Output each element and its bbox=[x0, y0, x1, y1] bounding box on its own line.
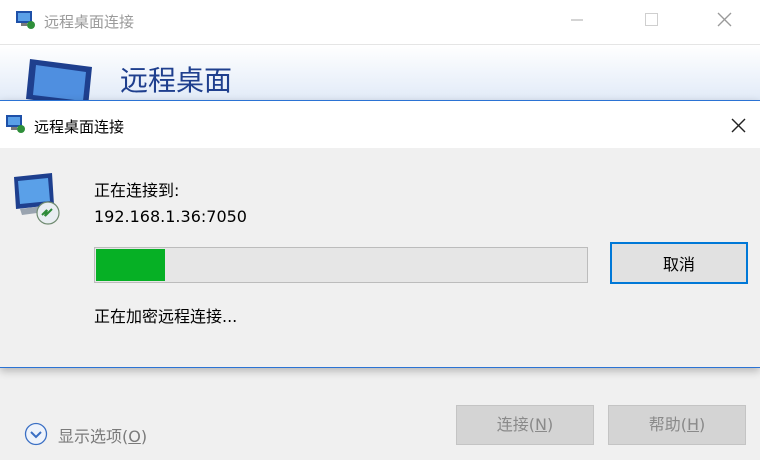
remote-desktop-icon bbox=[6, 115, 25, 133]
dialog-title: 远程桌面连接 bbox=[34, 118, 125, 136]
main-window-title: 远程桌面连接 bbox=[44, 13, 135, 31]
show-options-label[interactable]: 显示选项(O) bbox=[58, 423, 147, 447]
connection-progress-bar bbox=[94, 247, 588, 283]
minimize-icon[interactable] bbox=[552, 0, 602, 40]
close-icon[interactable] bbox=[700, 0, 750, 40]
connect-button[interactable]: 连接(N) bbox=[456, 405, 594, 445]
connecting-label: 正在连接到: bbox=[94, 181, 180, 200]
close-icon[interactable] bbox=[716, 107, 760, 143]
progress-fill bbox=[96, 249, 165, 281]
remote-desktop-icon bbox=[14, 173, 60, 225]
chevron-down-icon[interactable] bbox=[24, 422, 48, 446]
remote-desktop-icon bbox=[16, 11, 35, 29]
main-window-titlebar: 远程桌面连接 bbox=[0, 0, 760, 45]
connecting-dialog: 远程桌面连接 正在连接到: 192.168.1.36:7050 取消 正在加密远… bbox=[0, 100, 760, 368]
banner-title: 远程桌面 bbox=[120, 64, 233, 97]
help-button[interactable]: 帮助(H) bbox=[608, 405, 746, 445]
maximize-icon[interactable] bbox=[626, 0, 676, 40]
main-window-banner: 远程桌面 bbox=[0, 45, 760, 107]
cancel-button[interactable]: 取消 bbox=[610, 242, 748, 284]
remote-address: 192.168.1.36:7050 bbox=[94, 207, 247, 226]
dialog-titlebar: 远程桌面连接 bbox=[0, 101, 760, 148]
status-text: 正在加密远程连接... bbox=[94, 307, 238, 326]
